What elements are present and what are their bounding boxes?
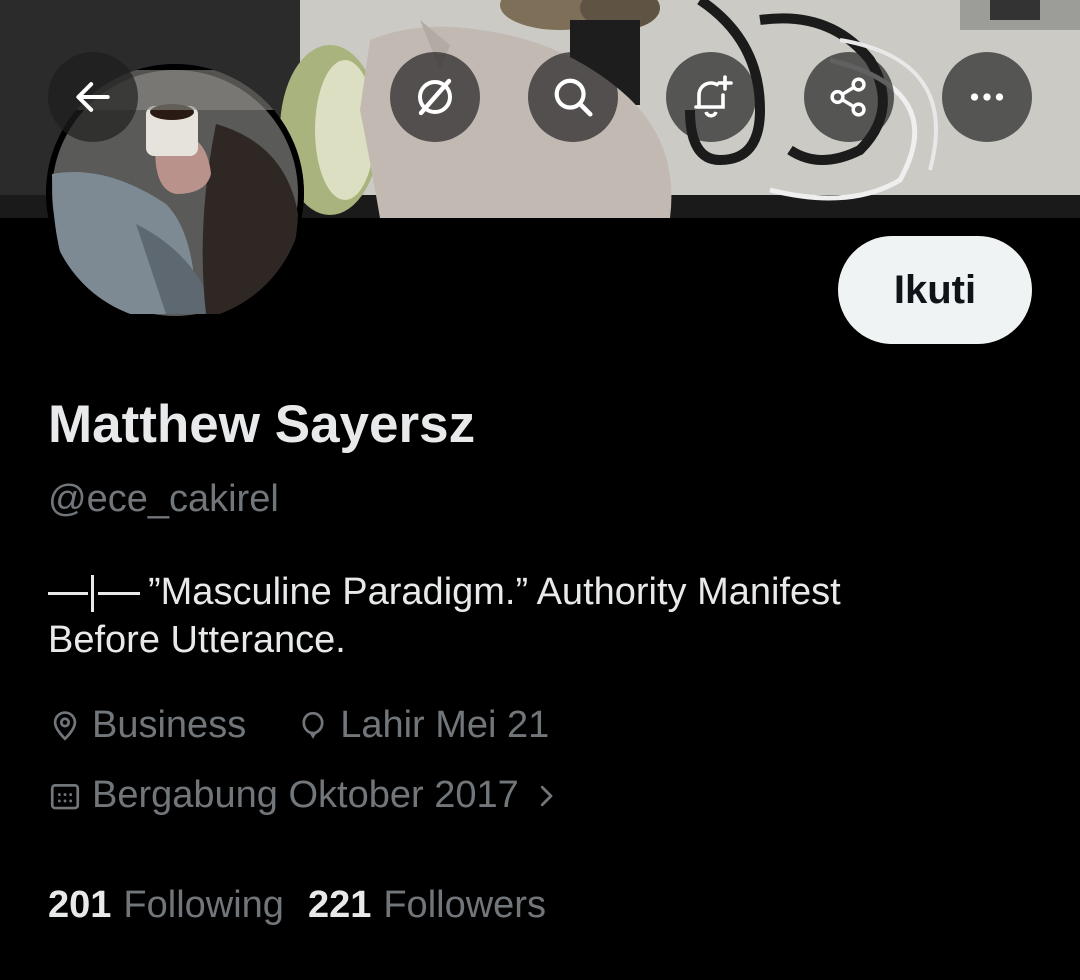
join-date-row[interactable]: Bergabung Oktober 2017 bbox=[48, 774, 561, 817]
arrow-left-icon bbox=[76, 82, 110, 112]
location-pin-icon bbox=[53, 710, 77, 741]
birthday-item: Lahir Mei 21 bbox=[296, 704, 549, 747]
followers-count: 221 bbox=[307, 884, 372, 926]
more-icon bbox=[970, 93, 1004, 101]
calendar-icon bbox=[50, 783, 80, 809]
profile-bio: ”Masculine Paradigm.” Authority Manifest… bbox=[48, 568, 1038, 664]
share-icon bbox=[830, 77, 866, 117]
follow-stats: 201 Following 221 Followers bbox=[48, 884, 546, 927]
bio-text-line-1: ”Masculine Paradigm.” Authority Manifest bbox=[148, 571, 841, 613]
follow-button[interactable]: Ikuti bbox=[838, 236, 1032, 344]
profile-meta-row: Business Lahir Mei 21 bbox=[48, 704, 549, 747]
back-button[interactable] bbox=[48, 52, 138, 142]
cross-line-glyph-icon bbox=[48, 575, 140, 612]
search-icon bbox=[554, 78, 593, 117]
bio-text-line-2: Before Utterance. bbox=[48, 619, 346, 661]
share-button[interactable] bbox=[804, 52, 894, 142]
profile-page: Ikuti Matthew Sayersz @ece_cakirel ”Masc… bbox=[0, 0, 1080, 980]
birthday-text: Lahir Mei 21 bbox=[340, 704, 550, 746]
join-date-item[interactable]: Bergabung Oktober 2017 bbox=[48, 774, 561, 817]
category-item: Business bbox=[48, 704, 246, 747]
followers-link[interactable]: 221 Followers bbox=[308, 884, 546, 927]
chevron-right-icon bbox=[540, 785, 553, 806]
bio-line-1: ”Masculine Paradigm.” Authority Manifest bbox=[48, 568, 1038, 616]
grok-button[interactable] bbox=[390, 52, 480, 142]
following-link[interactable]: 201 Following bbox=[48, 884, 284, 927]
balloon-icon bbox=[302, 711, 324, 739]
username-handle: @ece_cakirel bbox=[48, 478, 279, 520]
display-name: Matthew Sayersz bbox=[48, 395, 476, 454]
grok-icon bbox=[418, 78, 452, 116]
following-count: 201 bbox=[48, 884, 112, 926]
search-button[interactable] bbox=[528, 52, 618, 142]
bell-plus-icon bbox=[694, 75, 733, 118]
join-date-text: Bergabung Oktober 2017 bbox=[92, 774, 519, 816]
notify-button[interactable] bbox=[666, 52, 756, 142]
more-button[interactable] bbox=[942, 52, 1032, 142]
followers-label: Followers bbox=[383, 884, 546, 926]
category-text: Business bbox=[92, 704, 247, 746]
following-label: Following bbox=[123, 884, 284, 926]
